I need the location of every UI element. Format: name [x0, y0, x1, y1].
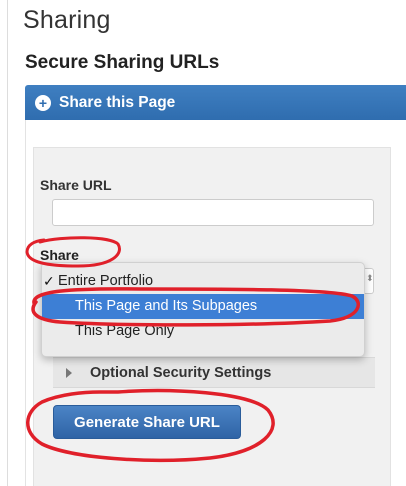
plus-circle-icon: +: [35, 94, 51, 111]
sharing-page: Sharing Secure Sharing URLs + Share this…: [0, 0, 406, 486]
share-label: Share: [40, 247, 79, 263]
left-divider: [7, 0, 8, 486]
page-title: Sharing: [23, 6, 111, 34]
optional-security-settings-toggle[interactable]: Optional Security Settings: [53, 357, 375, 388]
checkmark-icon: ✓: [43, 273, 55, 289]
select-arrows-icon: ⬍: [366, 273, 374, 283]
option-label: This Page Only: [75, 323, 175, 339]
generate-share-url-button[interactable]: Generate Share URL: [53, 405, 241, 439]
share-scope-dropdown: ✓ Entire Portfolio This Page and Its Sub…: [41, 262, 365, 357]
option-this-page-only[interactable]: This Page Only: [42, 319, 364, 344]
share-this-page-label: Share this Page: [59, 93, 176, 111]
section-title: Secure Sharing URLs: [25, 52, 220, 73]
option-this-page-and-subpages[interactable]: This Page and Its Subpages: [42, 294, 364, 319]
option-entire-portfolio[interactable]: ✓ Entire Portfolio: [42, 269, 364, 294]
option-label: Entire Portfolio: [58, 273, 154, 289]
share-url-label: Share URL: [40, 177, 112, 193]
optional-security-settings-label: Optional Security Settings: [90, 364, 272, 381]
option-label: This Page and Its Subpages: [75, 298, 258, 314]
share-url-input[interactable]: [52, 199, 374, 226]
caret-right-icon: [66, 367, 72, 378]
share-this-page-header[interactable]: + Share this Page: [25, 85, 406, 120]
